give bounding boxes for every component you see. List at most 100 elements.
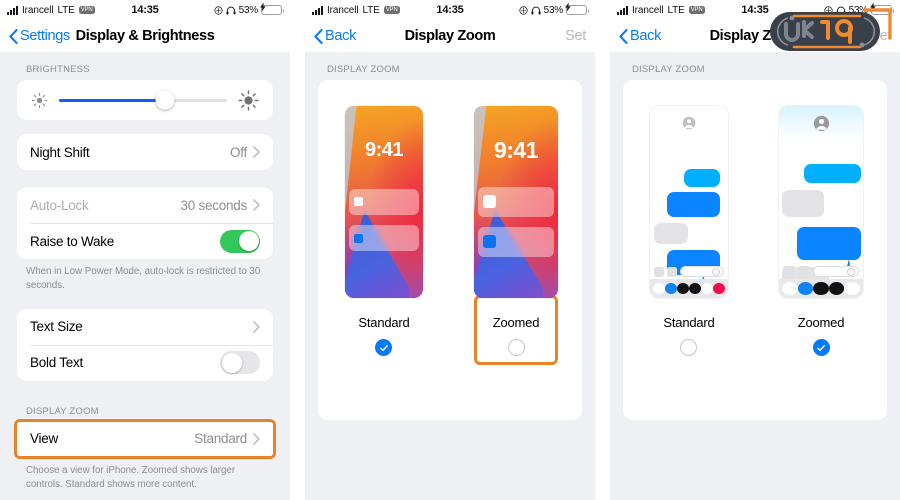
back-button-settings[interactable]: Settings [9,28,70,44]
contact-header [650,106,728,140]
brightness-high-icon [238,89,259,111]
message-bubble-outgoing [804,163,862,183]
bold-text-toggle[interactable] [220,351,260,375]
row-auto-lock[interactable]: Auto-Lock 30 seconds [17,187,273,223]
back-button-label: Back [630,28,662,44]
row-bold-text[interactable]: Bold Text [17,344,273,381]
color-dot[interactable] [713,283,725,294]
option-radio-selected[interactable] [812,339,830,356]
navigation-bar: Back Display Zoom Set [305,20,595,52]
option-radio-selected[interactable] [375,339,393,356]
display-zoom-footer-text: Choose a view for iPhone. Zoomed shows l… [26,464,236,490]
section-header-display-zoom: DISPLAY ZOOM [26,405,99,417]
camera-icon[interactable] [783,265,795,278]
keyboard-color-row [779,279,863,298]
message-text-field[interactable] [813,266,859,277]
message-input-bar[interactable] [654,265,724,278]
color-dot[interactable] [813,282,829,295]
panel-display-and-brightness: Irancell LTE VPN 14:35 53% Settings Disp… [0,0,290,500]
set-button[interactable]: Set [565,28,586,44]
raise-to-wake-toggle[interactable] [220,229,260,253]
notification-card [478,226,554,257]
status-bar-time: 14:35 [131,4,159,16]
lockscreen-time: 9:41 [364,138,404,161]
set-button[interactable]: Set [870,28,891,44]
panel-display-zoom-messages: Irancell LTE VPN 14:35 53% Back Display … [610,0,900,500]
checkmark-icon [817,344,825,351]
chevron-right-icon [253,146,260,158]
option-standard[interactable]: Standard [629,106,749,362]
night-shift-card: Night Shift Off [17,134,273,170]
message-bubble-outgoing [796,226,862,260]
notification-app-icon [353,233,363,243]
preview-options: Standard Zoomed [623,80,887,362]
settings-scroll-area[interactable]: BRIGHTNESS Night Shift Off Auto-Lock 30 … [0,52,290,500]
message-text-field[interactable] [680,266,724,277]
row-raise-to-wake[interactable]: Raise to Wake [17,223,273,259]
chevron-right-icon [253,199,260,211]
row-night-shift[interactable]: Night Shift Off [17,134,273,170]
color-dot[interactable] [782,282,798,295]
option-standard-box[interactable]: Standard [342,298,425,362]
brightness-slider-thumb[interactable] [155,90,175,110]
color-dot[interactable] [653,283,665,294]
panel-display-zoom-lockscreen: Irancell LTE VPN 14:35 53% Back Display … [305,0,595,500]
avatar-icon [682,116,696,130]
status-bar-time: 14:35 [741,4,769,16]
color-dot[interactable] [797,282,814,295]
brightness-slider-track[interactable] [59,90,227,110]
text-card: Text Size Bold Text [17,308,273,381]
charging-bolt-icon [870,2,876,12]
option-zoomed-box[interactable]: Zoomed [782,298,861,362]
color-dot[interactable] [689,283,701,294]
option-zoomed[interactable]: Zoomed [761,106,881,362]
option-standard-box[interactable]: Standard [647,298,730,362]
messages-preview-standard [650,106,728,298]
autolock-card: Auto-Lock 30 seconds Raise to Wake [17,187,273,259]
option-standard[interactable]: 9:41 Standard [324,106,444,362]
option-zoomed-highlight-box[interactable]: Zoomed [473,295,559,365]
navigation-bar: Back Display Zoom Set [610,20,900,52]
row-text-size[interactable]: Text Size [17,309,273,345]
color-dot[interactable] [828,282,845,295]
back-button[interactable]: Back [619,28,661,44]
brightness-card [17,80,273,120]
back-button[interactable]: Back [314,28,356,44]
chevron-left-icon [314,28,323,44]
option-radio-unselected[interactable] [507,339,525,356]
color-dot[interactable] [844,282,860,295]
contact-header [779,106,863,140]
lockscreen-preview-standard: 9:41 [345,106,423,298]
row-view[interactable]: View Standard [17,421,273,456]
raise-to-wake-label: Raise to Wake [30,233,115,249]
lockscreen-time: 9:41 [493,136,539,163]
color-dot[interactable] [665,283,677,294]
notification-app-icon [353,197,363,207]
bold-text-label: Bold Text [30,355,84,371]
option-label: Zoomed [797,315,845,330]
chevron-left-icon [9,28,18,44]
camera-icon[interactable] [654,266,664,277]
night-shift-label: Night Shift [30,144,90,160]
messages-preview-zoomed [779,106,863,298]
app-store-icon[interactable] [798,265,810,278]
option-label: Zoomed [492,315,540,330]
color-dot[interactable] [701,283,713,294]
brightness-slider-row[interactable] [17,80,273,120]
auto-lock-footer-text: When in Low Power Mode, auto-lock is res… [26,266,261,291]
color-dot[interactable] [677,283,689,294]
app-store-icon[interactable] [667,266,677,277]
auto-lock-value: 30 seconds [180,197,247,213]
view-value: Standard [194,431,247,447]
section-header-display-zoom: DISPLAY ZOOM [327,64,400,75]
option-radio-unselected[interactable] [680,339,698,356]
message-bubble-incoming [653,223,689,245]
keyboard-color-row [650,279,728,298]
option-label: Standard [358,315,410,330]
status-bar: Irancell LTE VPN 14:35 53% [610,0,900,20]
charging-bolt-icon [565,2,571,12]
night-shift-value: Off [229,144,247,160]
panel-divider-2 [595,0,610,500]
option-zoomed[interactable]: 9:41 Zoomed [456,106,576,365]
message-input-bar[interactable] [783,265,859,278]
